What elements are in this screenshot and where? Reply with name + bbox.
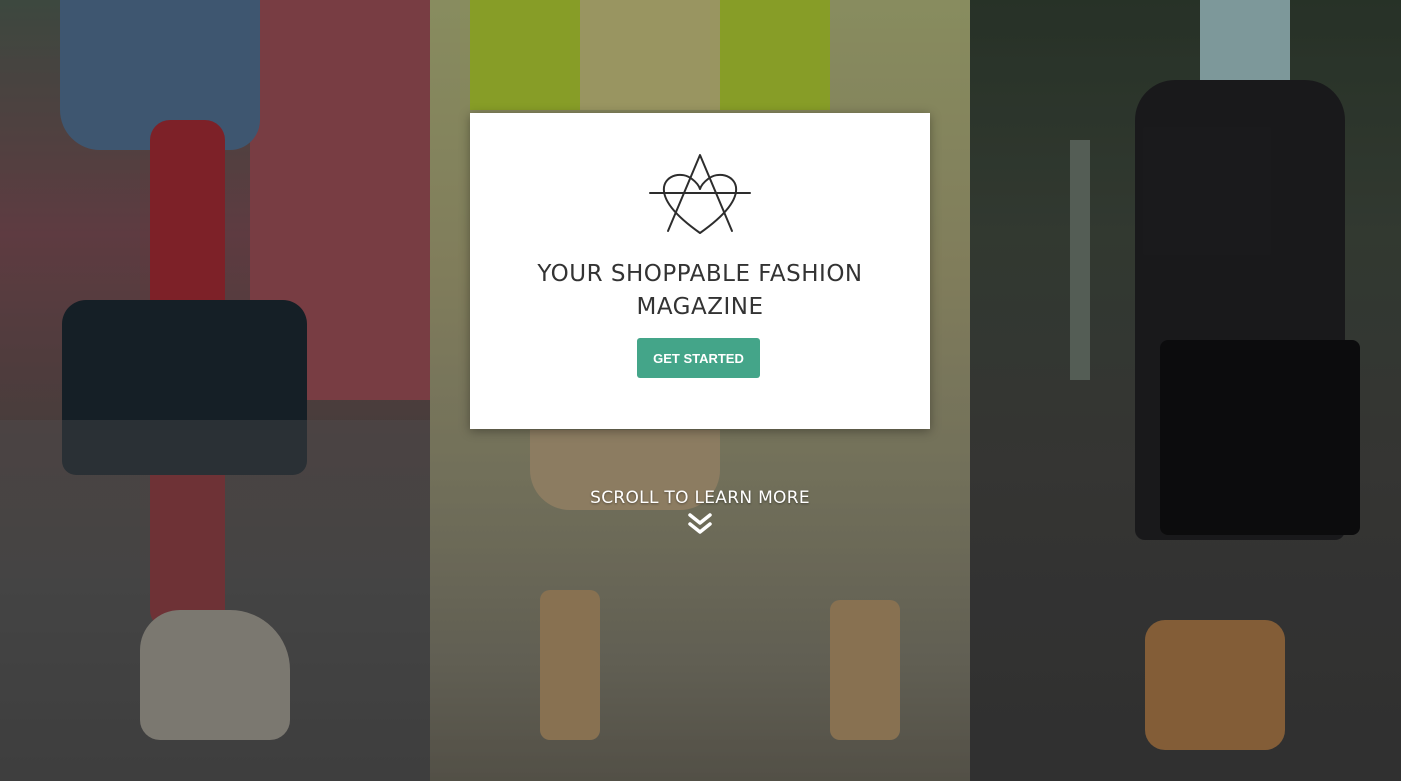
tagline-line-2: MAGAZINE [636, 294, 764, 320]
scroll-to-learn-more-link[interactable]: SCROLL TO LEARN MORE [470, 488, 930, 536]
hero-photo-left [0, 0, 430, 781]
get-started-button[interactable]: GET STARTED [637, 338, 760, 378]
hero-photo-right [970, 0, 1401, 781]
photo-dim-overlay [0, 0, 430, 781]
double-chevron-down-icon [688, 513, 712, 534]
page-title: YOUR SHOPPABLE FASHION MAGAZINE [470, 258, 930, 324]
intro-card: YOUR SHOPPABLE FASHION MAGAZINE GET STAR… [470, 113, 930, 429]
scroll-label: SCROLL TO LEARN MORE [590, 488, 810, 508]
photo-dim-overlay [970, 0, 1401, 781]
tagline-line-1: YOUR SHOPPABLE FASHION [537, 261, 863, 287]
heart-triangle-logo-icon [649, 154, 751, 234]
